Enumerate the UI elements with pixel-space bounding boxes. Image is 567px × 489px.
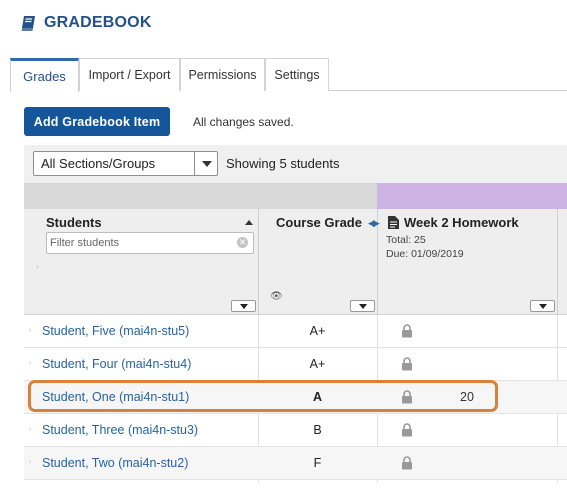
student-name-link[interactable]: Student, One (mai4n-stu1) (42, 390, 189, 404)
course-grade-cell: F (313, 456, 322, 470)
filter-students-input[interactable] (46, 232, 254, 254)
add-gradebook-item-button[interactable]: Add Gradebook Item (24, 107, 170, 136)
section-select-value: All Sections/Groups (41, 156, 156, 171)
tab-grades[interactable]: Grades (10, 58, 79, 92)
sort-ascending-icon[interactable] (245, 220, 253, 225)
table-row: › Student, Two (mai4n-stu2) F (24, 447, 567, 480)
tab-settings[interactable]: Settings (265, 58, 329, 91)
students-column-menu-button[interactable] (231, 300, 256, 312)
chevron-right-icon: › (29, 327, 32, 334)
course-grade-menu-button[interactable] (350, 300, 375, 312)
eye-slash-icon: 👁 (270, 291, 283, 302)
gradebook-item-menu-button[interactable] (530, 300, 555, 312)
lock-icon (401, 423, 413, 442)
page-title: GRADEBOOK (20, 14, 152, 32)
gradebook-item-header[interactable]: Week 2 Homework (388, 215, 519, 230)
column-divider (258, 209, 259, 315)
chevron-right-icon: › (29, 426, 32, 433)
lock-icon (401, 357, 413, 376)
table-row: › Student, Three (mai4n-stu3) B (24, 414, 567, 447)
save-status: All changes saved. (193, 115, 294, 129)
student-name-link[interactable]: Student, Two (mai4n-stu2) (42, 456, 188, 470)
students-column-header[interactable]: Students (46, 215, 102, 230)
course-grade-cell: B (313, 423, 322, 437)
chevron-right-icon: › (36, 262, 39, 271)
document-icon (388, 216, 399, 229)
chevron-down-icon (202, 161, 212, 167)
tab-permissions[interactable]: Permissions (180, 58, 265, 91)
table-row: › Student, Five (mai4n-stu5) A+ (24, 315, 567, 348)
section-select[interactable]: All Sections/Groups (33, 151, 218, 176)
tab-bar: Grades Import / Export Permissions Setti… (10, 58, 567, 92)
chevron-right-icon: › (29, 393, 32, 400)
course-grade-cell: A+ (309, 324, 326, 338)
gradebook-item-due: Due: 01/09/2019 (386, 248, 464, 260)
gradebook-item-total: Total: 25 (386, 234, 426, 246)
score-cell[interactable]: 20 (460, 390, 474, 404)
clear-filter-icon[interactable]: ✕ (237, 237, 248, 248)
chevron-right-icon: › (29, 459, 32, 466)
column-divider (557, 209, 558, 315)
select-divider (194, 152, 195, 175)
table-row: › Student, One (mai4n-stu1) A 20 (24, 381, 567, 414)
tab-import-export[interactable]: Import / Export (79, 58, 180, 91)
course-grade-cell: A+ (309, 357, 326, 371)
app-title: GRADEBOOK (44, 14, 152, 31)
chevron-right-icon: › (29, 360, 32, 367)
student-count: Showing 5 students (226, 156, 340, 171)
student-name-link[interactable]: Student, Three (mai4n-stu3) (42, 423, 198, 437)
category-color-band (377, 183, 567, 209)
course-grade-column-header[interactable]: Course Grade (276, 215, 362, 230)
move-column-arrows-icon[interactable]: ◀▶ (368, 218, 380, 229)
lock-icon (401, 390, 413, 409)
student-name-link[interactable]: Student, Four (mai4n-stu4) (42, 357, 191, 371)
course-grade-cell: A (312, 390, 323, 404)
table-row: › Student, Four (mai4n-stu4) A+ (24, 348, 567, 381)
gradebook-item-title: Week 2 Homework (404, 215, 519, 230)
lock-icon (401, 456, 413, 475)
lock-icon (401, 324, 413, 343)
student-name-link[interactable]: Student, Five (mai4n-stu5) (42, 324, 189, 338)
book-icon (21, 15, 35, 31)
